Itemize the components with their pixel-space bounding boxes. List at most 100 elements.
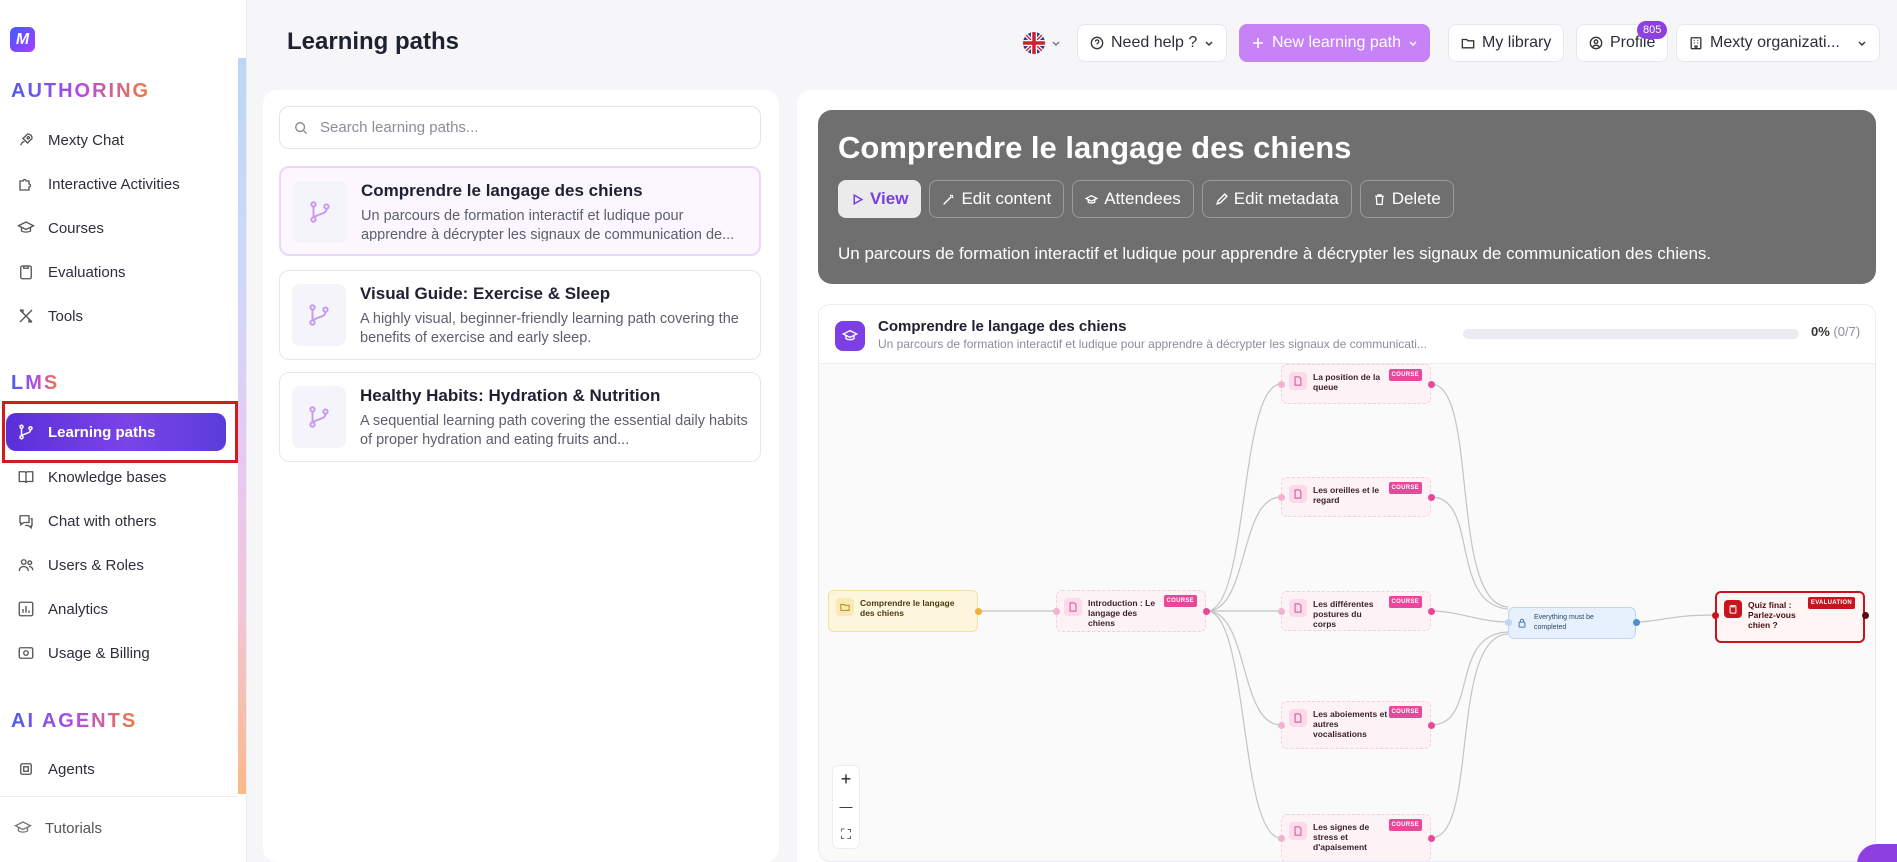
node-handle[interactable] xyxy=(1633,619,1640,626)
puzzle-icon xyxy=(19,178,32,191)
sidebar-item-courses[interactable]: Courses xyxy=(17,213,227,243)
learning-path-card[interactable]: Healthy Habits: Hydration & Nutrition A … xyxy=(279,372,761,462)
zoom-controls: + — ⛶ xyxy=(832,765,860,849)
learning-path-hero: Comprendre le langage des chiens View Ed… xyxy=(818,110,1876,284)
learning-paths-list-panel: Comprendre le langage des chiens Un parc… xyxy=(263,90,779,862)
card-title: Comprendre le langage des chiens xyxy=(361,181,643,200)
graduation-cap-icon xyxy=(14,821,32,833)
sidebar-item-agents[interactable]: Agents xyxy=(17,754,227,784)
graduation-cap-icon xyxy=(1085,194,1099,204)
flow-node-gate[interactable]: Everything must be completed xyxy=(1508,607,1636,639)
node-handle[interactable] xyxy=(1203,608,1210,615)
sidebar-scroll-rail xyxy=(238,58,246,794)
node-handle[interactable] xyxy=(1278,608,1285,615)
edit-content-button[interactable]: Edit content xyxy=(929,180,1065,218)
zoom-out-button[interactable]: — xyxy=(832,793,860,820)
node-handle[interactable] xyxy=(1278,835,1285,842)
flow-node-evaluation[interactable]: Quiz final : Parlez-vous chien ? EVALUAT… xyxy=(1715,591,1865,643)
sidebar-item-usage-billing[interactable]: Usage & Billing xyxy=(17,638,227,668)
learning-path-title: Comprendre le langage des chiens xyxy=(838,130,1352,165)
flow-node-course[interactable]: La position de la queue COURSE xyxy=(1281,364,1431,404)
zoom-in-button[interactable]: + xyxy=(832,766,860,793)
billing-icon xyxy=(18,647,34,659)
flow-node-course[interactable]: Introduction : Le langage des chiens COU… xyxy=(1056,590,1206,632)
node-handle[interactable] xyxy=(1428,494,1435,501)
pencil-icon xyxy=(1215,192,1228,205)
document-icon xyxy=(1064,598,1082,616)
edit-metadata-button[interactable]: Edit metadata xyxy=(1201,180,1352,218)
flow-canvas[interactable]: Comprendre le langage des chiens Introdu… xyxy=(819,364,1875,861)
node-handle[interactable] xyxy=(1278,494,1285,501)
sidebar-item-analytics[interactable]: Analytics xyxy=(17,594,227,624)
chevron-down-icon xyxy=(1205,41,1213,46)
progress-bar xyxy=(1463,329,1799,339)
sidebar-item-chat-with-others[interactable]: Chat with others xyxy=(17,506,227,536)
plus-icon xyxy=(1253,38,1263,48)
node-handle[interactable] xyxy=(1862,612,1869,619)
search-icon xyxy=(295,121,308,134)
flow-node-course[interactable]: Les signes de stress et d'apaisement COU… xyxy=(1281,814,1431,861)
book-icon xyxy=(18,471,34,484)
chart-icon xyxy=(18,601,34,617)
learning-path-icon xyxy=(292,386,346,448)
node-handle[interactable] xyxy=(1278,381,1285,388)
learning-path-card[interactable]: Comprendre le langage des chiens Un parc… xyxy=(279,166,761,256)
sidebar-item-tools[interactable]: Tools xyxy=(17,301,227,331)
document-icon xyxy=(1289,822,1307,840)
flow-node-course[interactable]: Les différentes postures du corps COURSE xyxy=(1281,591,1431,631)
search-input[interactable] xyxy=(320,119,720,136)
evaluation-tag: EVALUATION xyxy=(1807,597,1855,609)
course-tag: COURSE xyxy=(1388,482,1422,494)
node-handle[interactable] xyxy=(1505,619,1512,626)
section-title-lms: LMS xyxy=(11,372,60,394)
learning-path-card[interactable]: Visual Guide: Exercise & Sleep A highly … xyxy=(279,270,761,360)
users-icon xyxy=(18,559,34,572)
user-circle-icon xyxy=(1589,36,1603,50)
delete-button[interactable]: Delete xyxy=(1359,180,1454,218)
section-title-ai-agents: AI AGENTS xyxy=(11,710,138,732)
flow-node-course[interactable]: Les oreilles et le regard COURSE xyxy=(1281,477,1431,517)
sidebar-item-tutorials[interactable]: Tutorials xyxy=(14,813,224,843)
my-library-button[interactable]: My library xyxy=(1448,24,1565,62)
document-icon xyxy=(1289,372,1307,390)
node-handle[interactable] xyxy=(1428,835,1435,842)
organization-selector[interactable]: Mexty organizati... xyxy=(1676,24,1880,62)
flow-node-course[interactable]: Les aboiements et autres vocalisations C… xyxy=(1281,701,1431,749)
flow-node-start[interactable]: Comprendre le langage des chiens xyxy=(828,590,978,632)
node-handle[interactable] xyxy=(1428,722,1435,729)
help-circle-icon xyxy=(1090,36,1104,50)
tools-icon xyxy=(19,309,33,323)
course-tag: COURSE xyxy=(1388,369,1422,381)
sidebar-item-mexty-chat[interactable]: Mexty Chat xyxy=(17,125,227,155)
trash-icon xyxy=(1374,193,1384,205)
need-help-button[interactable]: Need help ? xyxy=(1077,24,1228,62)
card-description: A highly visual, beginner-friendly learn… xyxy=(360,311,739,346)
node-handle[interactable] xyxy=(1428,608,1435,615)
node-handle[interactable] xyxy=(975,608,982,615)
folder-icon xyxy=(1461,38,1475,49)
card-description: A sequential learning path covering the … xyxy=(360,413,748,448)
search-box[interactable] xyxy=(279,106,761,149)
node-handle[interactable] xyxy=(1278,722,1285,729)
attendees-button[interactable]: Attendees xyxy=(1072,180,1194,218)
language-selector[interactable] xyxy=(1023,30,1065,56)
chevron-down-icon xyxy=(1052,41,1060,46)
sidebar-item-evaluations[interactable]: Evaluations xyxy=(17,257,227,287)
node-handle[interactable] xyxy=(1428,381,1435,388)
node-handle[interactable] xyxy=(1053,608,1060,615)
new-learning-path-button[interactable]: New learning path xyxy=(1239,24,1430,62)
node-handle[interactable] xyxy=(1712,612,1719,619)
view-button[interactable]: View xyxy=(838,180,922,218)
course-tag: COURSE xyxy=(1388,706,1422,718)
lock-icon xyxy=(1516,617,1528,629)
sidebar-item-knowledge-bases[interactable]: Knowledge bases xyxy=(17,462,227,492)
course-tag: COURSE xyxy=(1388,819,1422,831)
learning-path-flow-card: Comprendre le langage des chiens Un parc… xyxy=(818,304,1876,862)
graduation-cap-icon xyxy=(835,321,865,351)
fit-view-button[interactable]: ⛶ xyxy=(832,821,860,848)
sidebar-item-interactive-activities[interactable]: Interactive Activities xyxy=(17,169,227,199)
chevron-down-icon xyxy=(1409,41,1417,46)
app-logo[interactable]: M xyxy=(10,27,35,52)
sidebar-item-users-roles[interactable]: Users & Roles xyxy=(17,550,227,580)
graduation-cap-icon xyxy=(17,221,35,233)
